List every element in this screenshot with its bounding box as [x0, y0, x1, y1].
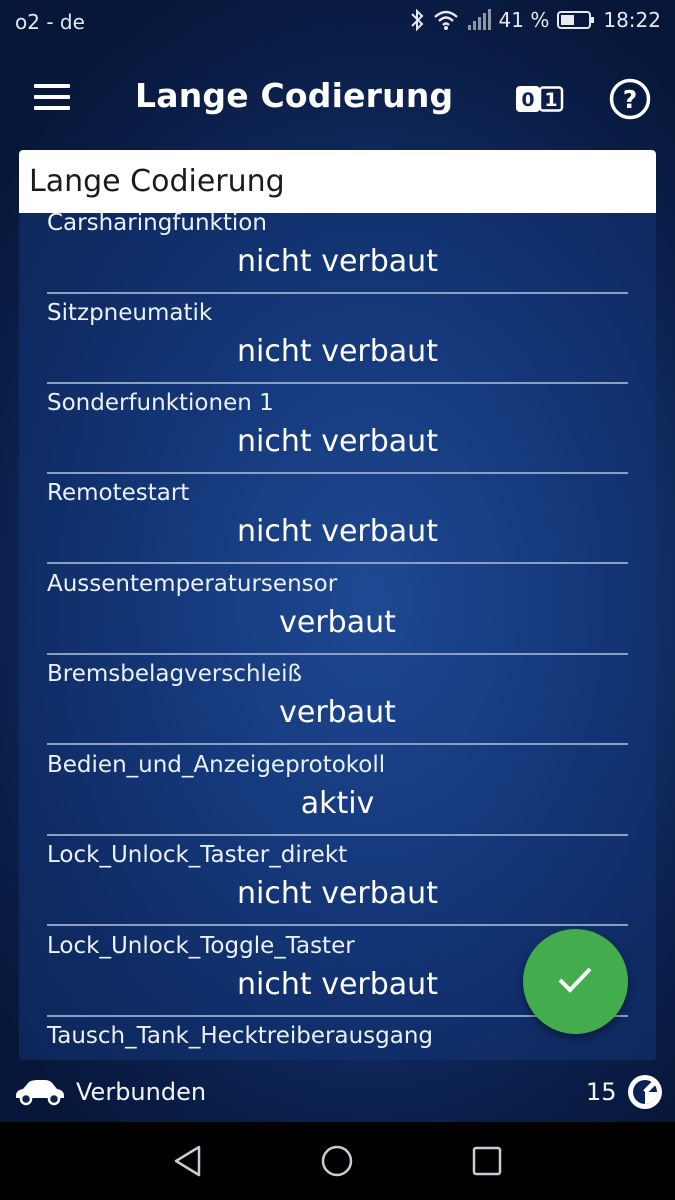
gauge-icon[interactable]	[626, 1073, 664, 1111]
connection-status: Verbunden	[76, 1078, 207, 1106]
help-button[interactable]: ?	[609, 78, 651, 120]
list-item[interactable]: Carsharingfunktion nicht verbaut	[47, 202, 628, 294]
item-label: Tausch_Tank_Hecktreiberausgang	[47, 1023, 434, 1049]
battery-percent: 41 %	[498, 8, 550, 32]
item-label: Lock_Unlock_Taster_direkt	[47, 842, 348, 868]
bits-label-1: 1	[544, 89, 557, 111]
item-label: Bremsbelagverschleiß	[47, 661, 302, 687]
item-value: verbaut	[279, 605, 396, 640]
item-value: nicht verbaut	[237, 876, 438, 911]
panel-header: Lange Codierung	[19, 150, 656, 213]
recents-icon[interactable]	[472, 1146, 502, 1176]
carrier-name: o2 - de	[15, 10, 85, 34]
item-label: Bedien_und_Anzeigeprotokoll	[47, 752, 386, 778]
app-bar: Lange Codierung 0 1 ?	[0, 60, 675, 136]
item-label: Lock_Unlock_Toggle_Taster	[47, 933, 355, 959]
system-navigation-bar	[0, 1122, 675, 1200]
item-label: Sitzpneumatik	[47, 300, 213, 326]
item-value: aktiv	[300, 786, 375, 821]
counter-value: 15	[586, 1078, 617, 1106]
coding-list[interactable]: Carsharingfunktion nicht verbaut Sitzpne…	[19, 150, 656, 1060]
back-icon[interactable]	[172, 1144, 204, 1178]
clock: 18:22	[603, 8, 661, 32]
status-bar: o2 - de 41 % 18:22	[0, 0, 675, 46]
bits-label-0: 0	[521, 89, 534, 111]
coding-panel: Lange Codierung Carsharingfunktion nicht…	[19, 150, 656, 1060]
list-item[interactable]: Sitzpneumatik nicht verbaut	[47, 292, 628, 384]
item-label: Sonderfunktionen 1	[47, 390, 274, 416]
bluetooth-icon	[410, 8, 423, 32]
help-icon: ?	[623, 85, 638, 114]
hamburger-line	[34, 84, 70, 88]
list-item[interactable]: Sonderfunktionen 1 nicht verbaut	[47, 382, 628, 474]
check-icon	[558, 967, 592, 993]
item-value: nicht verbaut	[237, 334, 438, 369]
page-title: Lange Codierung	[135, 76, 454, 115]
list-item[interactable]: Remotestart nicht verbaut	[47, 472, 628, 564]
list-item[interactable]: Bremsbelagverschleiß verbaut	[47, 653, 628, 745]
signal-icon	[467, 9, 491, 30]
item-value: nicht verbaut	[237, 514, 438, 549]
hamburger-line	[34, 95, 70, 99]
item-label: Remotestart	[47, 480, 190, 506]
wifi-icon	[433, 10, 458, 30]
car-icon	[16, 1080, 64, 1106]
home-icon[interactable]	[320, 1144, 354, 1178]
connection-footer: Verbunden 15	[0, 1068, 675, 1118]
status-icons: 41 % 18:22	[409, 8, 661, 32]
item-value: nicht verbaut	[237, 244, 438, 279]
hamburger-line	[34, 106, 70, 110]
item-value: verbaut	[279, 695, 396, 730]
list-item[interactable]: Lock_Unlock_Taster_direkt nicht verbaut	[47, 834, 628, 926]
item-label: Carsharingfunktion	[47, 210, 267, 236]
battery-icon	[557, 11, 595, 29]
confirm-button[interactable]	[523, 929, 628, 1034]
bits-toggle-button[interactable]: 0 1	[516, 86, 564, 112]
panel-title: Lange Codierung	[29, 164, 285, 199]
item-label: Aussentemperatursensor	[47, 571, 338, 597]
menu-button[interactable]	[34, 84, 72, 112]
list-item[interactable]: Aussentemperatursensor verbaut	[47, 563, 628, 655]
item-value: nicht verbaut	[237, 424, 438, 459]
list-item[interactable]: Bedien_und_Anzeigeprotokoll aktiv	[47, 744, 628, 836]
